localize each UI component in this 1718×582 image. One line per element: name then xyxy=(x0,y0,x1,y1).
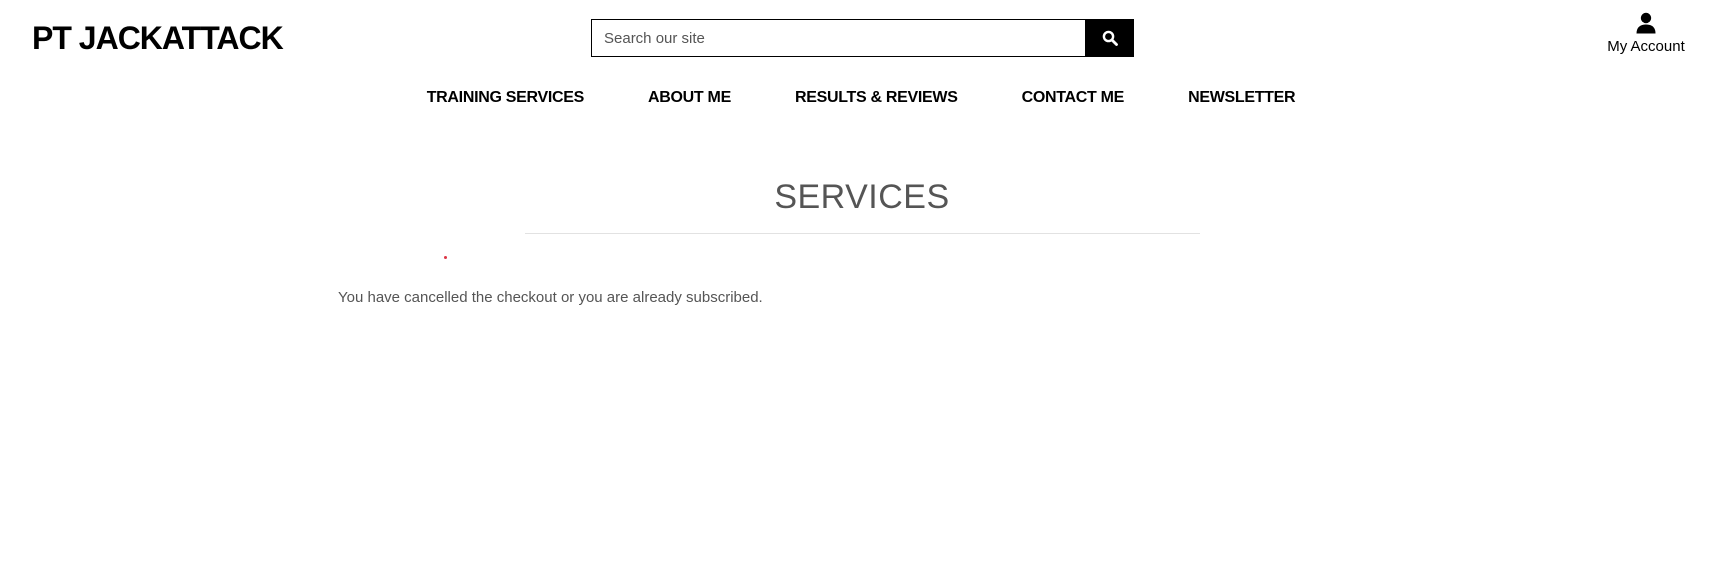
page: PT JACKATTACK My Account TRAINING SERVIC… xyxy=(0,0,1718,582)
nav-item-about-me[interactable]: ABOUT ME xyxy=(648,88,731,108)
title-divider xyxy=(525,233,1200,234)
page-title: SERVICES xyxy=(774,178,950,216)
status-message: You have cancelled the checkout or you a… xyxy=(338,289,763,306)
search-input[interactable] xyxy=(591,19,1086,57)
my-account-link[interactable]: My Account xyxy=(1596,12,1696,56)
main-nav: TRAINING SERVICES ABOUT ME RESULTS & REV… xyxy=(0,88,1718,108)
nav-item-newsletter[interactable]: NEWSLETTER xyxy=(1188,88,1296,108)
user-icon xyxy=(1636,12,1656,34)
site-logo[interactable]: PT JACKATTACK xyxy=(32,18,284,58)
search-icon xyxy=(1102,30,1118,46)
nav-item-contact-me[interactable]: CONTACT ME xyxy=(1022,88,1125,108)
nav-item-results-reviews[interactable]: RESULTS & REVIEWS xyxy=(795,88,958,108)
my-account-label: My Account xyxy=(1607,38,1685,55)
nav-item-training-services[interactable]: TRAINING SERVICES xyxy=(427,88,585,108)
red-dot xyxy=(444,256,447,259)
search-form xyxy=(591,19,1134,57)
search-button[interactable] xyxy=(1086,19,1134,57)
